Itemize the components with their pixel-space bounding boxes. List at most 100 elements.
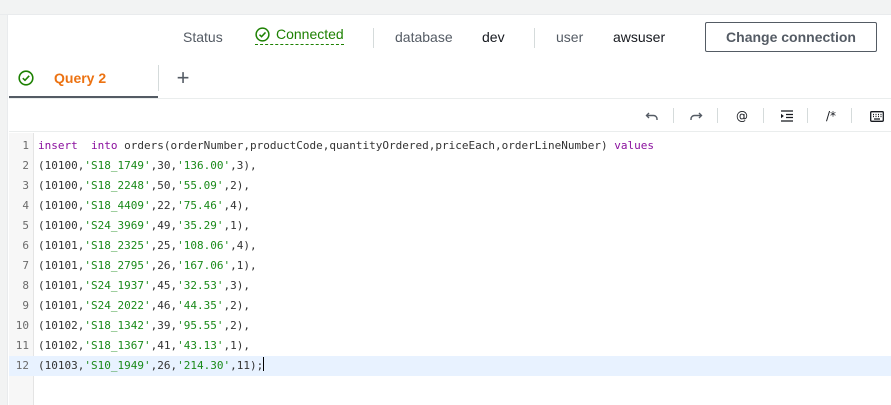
- comment-button[interactable]: /*: [820, 107, 842, 125]
- sql-string: 'S18_2795': [84, 259, 151, 272]
- line-number: 12: [15, 359, 29, 372]
- code-line[interactable]: 6 (10101,'S18_2325',25,'108.06',4),: [9, 236, 891, 256]
- sql-token: (10101,: [38, 259, 85, 272]
- sql-token: (10100,: [38, 219, 85, 232]
- line-number: 9: [22, 299, 29, 312]
- divider: [763, 108, 764, 123]
- sql-token: (10101,: [38, 239, 85, 252]
- sql-string: '108.06': [177, 239, 231, 252]
- sql-string: '35.29': [177, 219, 224, 232]
- sql-string: '32.53': [177, 279, 224, 292]
- sql-token: ,26,: [150, 259, 178, 272]
- insert-parameter-button[interactable]: @: [731, 107, 753, 125]
- sql-token: ,2),: [223, 319, 250, 332]
- sql-string: 'S10_1949': [84, 359, 151, 372]
- code-text: (10100,'S18_1749',30,'136.00',3),: [38, 156, 257, 176]
- database-value: dev: [482, 29, 505, 45]
- keyboard-shortcuts-button[interactable]: [866, 107, 888, 125]
- redo-icon: [690, 112, 703, 120]
- top-strip: [0, 0, 891, 15]
- sql-string: 'S24_3969': [84, 219, 151, 232]
- sql-token: orders(orderNumber,productCode,quantityO…: [117, 139, 615, 152]
- code-line[interactable]: 8 (10101,'S24_1937',45,'32.53',3),: [9, 276, 891, 296]
- sql-token: ,3),: [230, 159, 257, 172]
- sql-token: ,2),: [223, 179, 250, 192]
- connection-status[interactable]: Connected: [255, 26, 344, 45]
- code-line[interactable]: 5 (10100,'S24_3969',49,'35.29',1),: [9, 216, 891, 236]
- code-line[interactable]: 4 (10100,'S18_4409',22,'75.46',4),: [9, 196, 891, 216]
- code-text: (10101,'S18_2325',25,'108.06',4),: [38, 236, 257, 256]
- sql-token: ,4),: [223, 199, 250, 212]
- sql-token: ,41,: [150, 339, 178, 352]
- code-text: (10101,'S18_2795',26,'167.06',1),: [38, 256, 257, 276]
- sql-token: ,30,: [150, 159, 178, 172]
- line-number: 4: [22, 199, 29, 212]
- format-button[interactable]: [776, 107, 798, 125]
- change-connection-button[interactable]: Change connection: [705, 22, 877, 52]
- user-value: awsuser: [613, 29, 666, 45]
- sql-string: '167.06': [177, 259, 231, 272]
- code-line[interactable]: 11 (10102,'S18_1367',41,'43.13',1),: [9, 336, 891, 356]
- tab-label: Query 2: [54, 70, 107, 86]
- comment-label: /*: [825, 109, 837, 123]
- line-number: 5: [22, 219, 29, 232]
- code-text: insert into orders(orderNumber,productCo…: [38, 136, 654, 156]
- divider: [534, 28, 535, 48]
- sql-token: (10100,: [38, 159, 85, 172]
- code-line[interactable]: 10 (10102,'S18_1342',39,'95.55',2),: [9, 316, 891, 336]
- divider: [717, 108, 718, 123]
- sql-string: '136.00': [177, 159, 231, 172]
- sql-string: '43.13': [177, 339, 224, 352]
- code-line[interactable]: 2 (10100,'S18_1749',30,'136.00',3),: [9, 156, 891, 176]
- sql-string: 'S18_4409': [84, 199, 151, 212]
- code-line[interactable]: 12 (10103,'S10_1949',26,'214.30',11);: [9, 356, 891, 376]
- sql-string: '95.55': [177, 319, 224, 332]
- code-line[interactable]: 1 insert into orders(orderNumber,productC…: [9, 136, 891, 156]
- user-label: user: [556, 29, 584, 45]
- status-label: Status: [183, 29, 223, 45]
- sql-token: ,39,: [150, 319, 178, 332]
- redo-button[interactable]: [685, 107, 707, 125]
- sql-token: ,45,: [150, 279, 178, 292]
- divider: [807, 108, 808, 123]
- sql-string: '75.46': [177, 199, 224, 212]
- sql-token: (10102,: [38, 339, 85, 352]
- code-line[interactable]: 3 (10100,'S18_2248',50,'55.09',2),: [9, 176, 891, 196]
- code-text: (10101,'S24_2022',46,'44.35',2),: [38, 296, 250, 316]
- text-cursor: [263, 357, 265, 371]
- sql-token: (10100,: [38, 199, 85, 212]
- sql-token: ,22,: [150, 199, 178, 212]
- check-circle-icon: [255, 26, 270, 42]
- line-number: 3: [22, 179, 29, 192]
- sql-token: ,2),: [223, 299, 250, 312]
- left-edge: [0, 15, 8, 405]
- code-line[interactable]: 9 (10101,'S24_2022',46,'44.35',2),: [9, 296, 891, 316]
- sql-string: 'S24_1937': [84, 279, 151, 292]
- sql-token: (10100,: [38, 179, 85, 192]
- keyboard-icon: [870, 110, 884, 122]
- sql-token: ,49,: [150, 219, 178, 232]
- undo-button[interactable]: [641, 107, 663, 125]
- indent-icon: [781, 110, 793, 122]
- line-number: 6: [22, 239, 29, 252]
- divider: [158, 65, 159, 91]
- sql-token: ,11);: [230, 359, 264, 372]
- line-number: 10: [15, 319, 29, 332]
- sql-keyword: values: [614, 139, 654, 152]
- sql-editor[interactable]: 1 insert into orders(orderNumber,productC…: [9, 133, 891, 405]
- sql-token: ,25,: [150, 239, 178, 252]
- sql-string: '44.35': [177, 299, 224, 312]
- add-tab-button[interactable]: +: [172, 65, 194, 91]
- sql-token: (10101,: [38, 299, 85, 312]
- code-text: (10101,'S24_1937',45,'32.53',3),: [38, 276, 250, 296]
- code-line[interactable]: 7 (10101,'S18_2795',26,'167.06',1),: [9, 256, 891, 276]
- code-text: (10102,'S18_1342',39,'95.55',2),: [38, 316, 250, 336]
- status-value: Connected: [276, 26, 344, 42]
- tab-query-2[interactable]: Query 2: [9, 59, 158, 98]
- sql-token: (10101,: [38, 279, 85, 292]
- sql-token: ,1),: [223, 219, 250, 232]
- query-tab-bar: Query 2 +: [9, 59, 891, 99]
- sql-string: 'S18_2325': [84, 239, 151, 252]
- line-number: 11: [15, 339, 29, 352]
